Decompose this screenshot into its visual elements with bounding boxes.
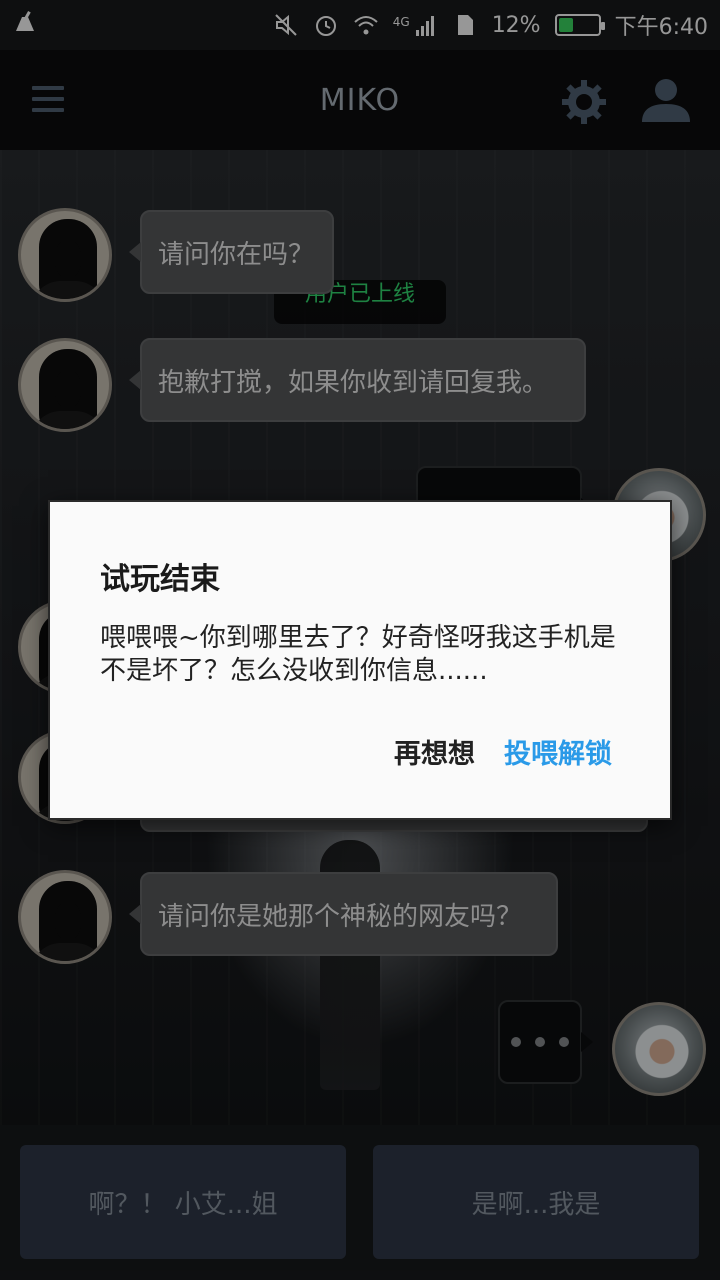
dialog-title: 试玩结束 [100,562,220,597]
think-again-button[interactable]: 再想想 [394,732,475,771]
app-screen: 4G 12% 下午6:40 MIKO 用户已上线 请问你在吗？ 抱歉打搅，如果你… [0,0,720,1280]
dialog-message: 喂喂喂~你到哪里去了？好奇怪呀我这手机是不是坏了？怎么没收到你信息...... [100,623,616,686]
trial-end-dialog: 试玩结束 喂喂喂~你到哪里去了？好奇怪呀我这手机是不是坏了？怎么没收到你信息..… [48,500,672,820]
unlock-button[interactable]: 投喂解锁 [504,732,612,771]
